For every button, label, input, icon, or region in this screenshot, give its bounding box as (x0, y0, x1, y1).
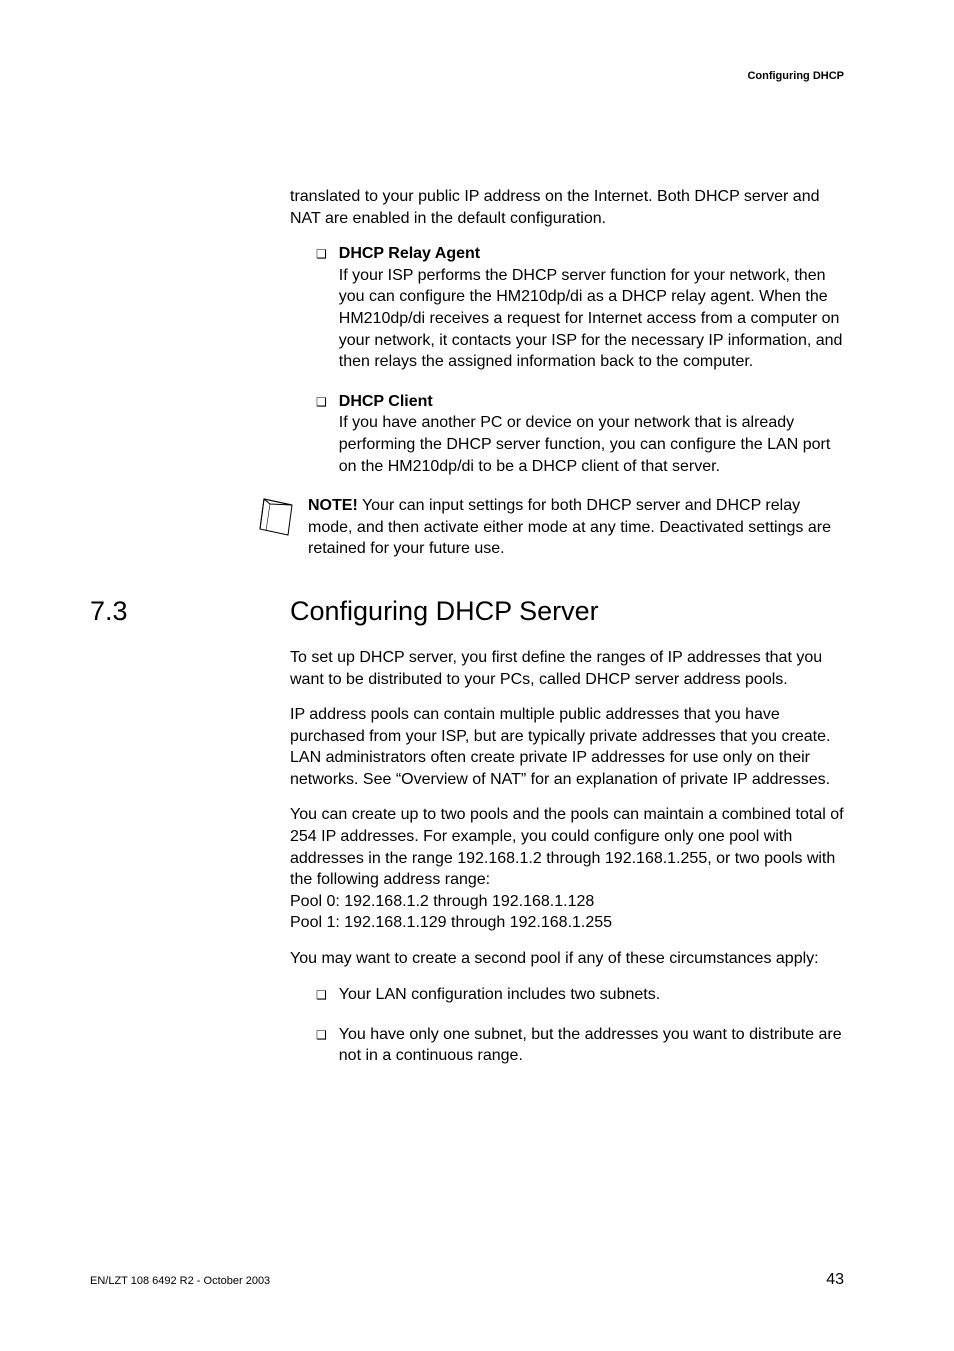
body-column: translated to your public IP address on … (290, 186, 844, 1085)
paragraph: To set up DHCP server, you first define … (290, 647, 844, 690)
square-bullet-icon: ❑ (316, 1024, 327, 1067)
list-item: ❑ DHCP Relay Agent If your ISP performs … (316, 243, 844, 373)
page-number: 43 (826, 1271, 844, 1289)
page: Configuring DHCP translated to your publ… (0, 0, 954, 1351)
list-item: ❑ DHCP Client If you have another PC or … (316, 391, 844, 477)
list-item: ❑ You have only one subnet, but the addr… (316, 1024, 844, 1067)
section-heading: 7.3 Configuring DHCP Server (90, 596, 844, 627)
footer-doc-id: EN/LZT 108 6492 R2 - October 2003 (90, 1275, 270, 1287)
square-bullet-icon: ❑ (316, 984, 327, 1006)
section-number: 7.3 (90, 596, 290, 627)
item-body: If your ISP performs the DHCP server fun… (339, 265, 844, 373)
note-callout: NOTE! Your can input settings for both D… (254, 495, 844, 560)
note-icon (254, 495, 298, 539)
bullet-list: ❑ Your LAN configuration includes two su… (290, 984, 844, 1067)
continuation-paragraph: translated to your public IP address on … (290, 186, 844, 229)
item-heading: DHCP Relay Agent (339, 243, 844, 265)
note-label: NOTE! (308, 497, 358, 514)
bullet-text: Your LAN configuration includes two subn… (339, 984, 844, 1006)
square-bullet-icon: ❑ (316, 391, 327, 477)
bullet-text: You have only one subnet, but the addres… (339, 1024, 844, 1067)
item-heading: DHCP Client (339, 391, 844, 413)
running-head: Configuring DHCP (747, 70, 844, 82)
paragraph: IP address pools can contain multiple pu… (290, 704, 844, 790)
paragraph: You may want to create a second pool if … (290, 948, 844, 970)
note-text: NOTE! Your can input settings for both D… (308, 495, 844, 560)
paragraph: You can create up to two pools and the p… (290, 804, 844, 934)
square-bullet-icon: ❑ (316, 243, 327, 373)
note-body: Your can input settings for both DHCP se… (308, 497, 831, 557)
definition-list: ❑ DHCP Relay Agent If your ISP performs … (290, 243, 844, 477)
section-title: Configuring DHCP Server (290, 596, 599, 627)
page-footer: EN/LZT 108 6492 R2 - October 2003 43 (90, 1271, 844, 1289)
item-body: If you have another PC or device on your… (339, 412, 844, 477)
list-item: ❑ Your LAN configuration includes two su… (316, 984, 844, 1006)
